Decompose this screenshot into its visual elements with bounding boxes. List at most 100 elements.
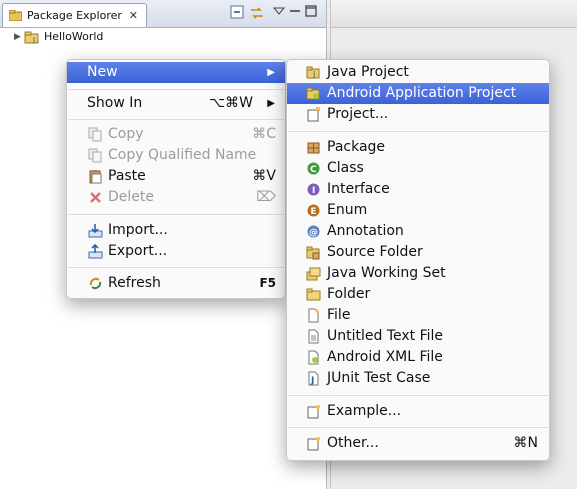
menu-item-label: Untitled Text File: [327, 328, 444, 344]
menu-item-new[interactable]: New ▶: [67, 62, 285, 83]
menu-separator: [288, 395, 548, 396]
paste-icon: [89, 170, 102, 184]
collapse-all-icon[interactable]: [229, 5, 245, 21]
menu-item-label: Source Folder: [327, 244, 423, 260]
shortcut-label: ⌘C: [252, 126, 276, 142]
menu-item-label: New: [87, 64, 118, 80]
editor-header: [331, 0, 577, 28]
menu-item-copy[interactable]: Copy ⌘C: [67, 124, 285, 145]
android-project-icon: [306, 87, 320, 100]
submenu-item-class[interactable]: C Class: [287, 158, 549, 179]
submenu-item-other[interactable]: Other... ⌘N: [287, 433, 549, 454]
menu-item-label: Project...: [327, 106, 389, 122]
submenu-arrow-icon: ▶: [267, 98, 275, 109]
submenu-item-example[interactable]: Example...: [287, 401, 549, 422]
context-menu: New ▶ Show In ⌥⌘W ▶ Copy ⌘C Copy Qualifi…: [66, 59, 286, 299]
folder-icon: [306, 288, 321, 301]
submenu-item-project[interactable]: Project...: [287, 104, 549, 125]
export-icon: [88, 244, 103, 259]
menu-separator: [68, 267, 284, 268]
shortcut-label: ⌘N: [513, 435, 538, 451]
other-wizard-icon: [307, 437, 320, 451]
enum-icon: E: [307, 204, 320, 217]
menu-item-label: Enum: [327, 202, 368, 218]
svg-text:J: J: [310, 376, 314, 386]
shortcut-label: ⌦: [256, 189, 276, 205]
menu-item-label: Delete: [108, 189, 154, 205]
menu-item-label: Example...: [327, 403, 402, 419]
project-icon: [307, 107, 320, 122]
menu-item-refresh[interactable]: Refresh F5: [67, 273, 285, 294]
menu-item-import[interactable]: Import...: [67, 220, 285, 241]
menu-item-label: Other...: [327, 435, 379, 451]
view-header: Package Explorer ✕: [0, 0, 326, 28]
menu-item-show-in[interactable]: Show In ⌥⌘W ▶: [67, 93, 285, 114]
menu-item-label: Copy: [108, 126, 144, 142]
expand-arrow-icon[interactable]: ▶: [14, 29, 21, 45]
copy-icon: [88, 127, 102, 142]
submenu-item-android-application-project[interactable]: Android Application Project: [287, 83, 549, 104]
menu-item-label: Folder: [327, 286, 371, 302]
submenu-item-annotation[interactable]: @ Annotation: [287, 221, 549, 242]
submenu-item-java-project[interactable]: J Java Project: [287, 62, 549, 83]
package-explorer-icon: [9, 10, 22, 21]
menu-item-label: Refresh: [108, 275, 161, 291]
menu-item-export[interactable]: Export...: [67, 241, 285, 262]
view-menu-icon[interactable]: [271, 5, 287, 21]
maximize-icon[interactable]: [303, 5, 319, 21]
text-file-icon: [308, 329, 319, 344]
junit-icon: J: [308, 371, 319, 386]
svg-text:@: @: [309, 228, 318, 238]
interface-icon: I: [307, 183, 320, 196]
menu-item-label: JUnit Test Case: [327, 370, 431, 386]
shortcut-label: F5: [259, 276, 276, 290]
tab-package-explorer[interactable]: Package Explorer ✕: [2, 3, 147, 27]
class-icon: C: [307, 162, 320, 175]
annotation-icon: @: [307, 225, 320, 238]
file-icon: [308, 308, 319, 323]
menu-item-label: Annotation: [327, 223, 404, 239]
menu-item-label: Android Application Project: [327, 85, 517, 101]
menu-item-label: Copy Qualified Name: [108, 147, 257, 163]
menu-item-delete[interactable]: Delete ⌦: [67, 187, 285, 208]
link-with-editor-icon[interactable]: [249, 5, 265, 21]
menu-item-copy-qualified-name[interactable]: Copy Qualified Name: [67, 145, 285, 166]
svg-text:J: J: [32, 36, 35, 44]
new-submenu: J Java Project Android Application Proje…: [286, 59, 550, 461]
menu-separator: [68, 214, 284, 215]
svg-text:C: C: [310, 165, 317, 175]
svg-text:I: I: [312, 186, 315, 196]
submenu-item-android-xml-file[interactable]: Android XML File: [287, 347, 549, 368]
java-project-icon: J: [24, 31, 39, 44]
menu-item-label: Java Working Set: [327, 265, 446, 281]
working-set-icon: [306, 267, 321, 281]
import-icon: [88, 224, 103, 238]
submenu-item-file[interactable]: File: [287, 305, 549, 326]
minimize-icon[interactable]: [287, 5, 303, 21]
submenu-item-folder[interactable]: Folder: [287, 284, 549, 305]
submenu-item-enum[interactable]: E Enum: [287, 200, 549, 221]
menu-item-label: Java Project: [327, 64, 409, 80]
submenu-item-package[interactable]: Package: [287, 137, 549, 158]
menu-separator: [68, 89, 284, 90]
menu-item-label: Import...: [108, 222, 168, 238]
submenu-item-untitled-text-file[interactable]: Untitled Text File: [287, 326, 549, 347]
java-project-icon: J: [306, 66, 320, 79]
menu-separator: [68, 119, 284, 120]
menu-item-label: Package: [327, 139, 386, 155]
submenu-item-interface[interactable]: I Interface: [287, 179, 549, 200]
submenu-arrow-icon: ▶: [267, 67, 275, 78]
close-icon[interactable]: ✕: [129, 4, 138, 27]
menu-item-label: File: [327, 307, 351, 323]
menu-item-paste[interactable]: Paste ⌘V: [67, 166, 285, 187]
tree-item-label: HelloWorld: [44, 30, 104, 43]
submenu-item-source-folder[interactable]: Source Folder: [287, 242, 549, 263]
menu-item-label: Paste: [108, 168, 146, 184]
source-folder-icon: [306, 246, 320, 260]
submenu-item-java-working-set[interactable]: Java Working Set: [287, 263, 549, 284]
package-icon: [307, 142, 320, 154]
delete-icon: [90, 192, 101, 203]
menu-item-label: Class: [327, 160, 364, 176]
submenu-item-junit-test-case[interactable]: J JUnit Test Case: [287, 368, 549, 389]
menu-item-label: Android XML File: [327, 349, 443, 365]
